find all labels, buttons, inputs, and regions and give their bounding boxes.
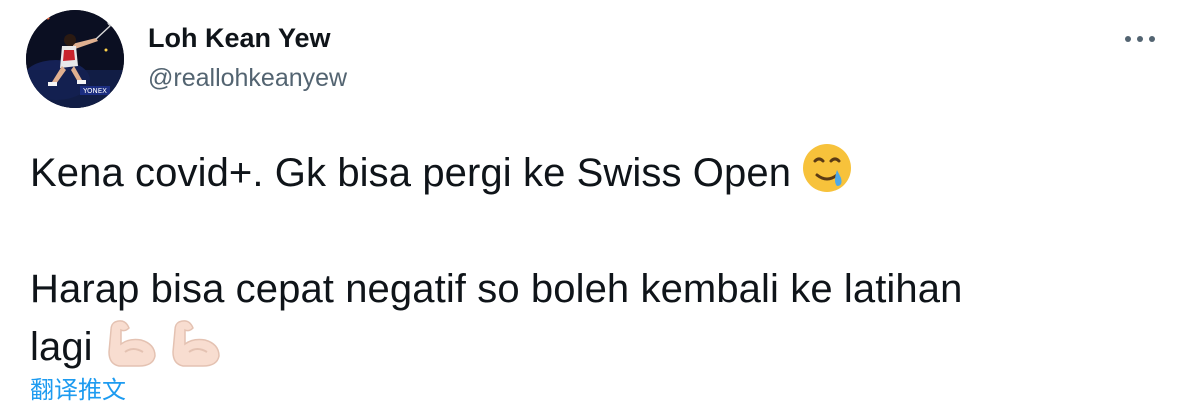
tweet-text: Kena covid+. Gk bisa pergi ke Swiss Open… — [30, 142, 1150, 382]
flexed-biceps-icon — [167, 316, 225, 382]
display-name[interactable]: Loh Kean Yew — [148, 22, 347, 54]
user-handle[interactable]: @reallohkeanyew — [148, 62, 347, 94]
translate-tweet-link[interactable]: 翻译推文 — [30, 375, 126, 405]
ellipsis-icon — [1125, 36, 1155, 42]
badminton-player-avatar-icon: YONEX — [26, 10, 124, 108]
more-options-button[interactable] — [1120, 24, 1160, 54]
tweet-line-2: Harap bisa cepat negatif so boleh kembal… — [30, 267, 963, 311]
tweet-line-3: lagi — [30, 316, 1150, 382]
face-holding-back-tears-icon — [801, 142, 853, 208]
avatar-banner-text: YONEX — [82, 87, 107, 95]
author-block: Loh Kean Yew @reallohkeanyew — [148, 22, 347, 94]
tweet-line-1: Kena covid+. Gk bisa pergi ke Swiss Open — [30, 142, 1150, 208]
avatar[interactable]: YONEX — [26, 10, 124, 108]
tweet-card: YONEX Loh Kean Yew @reallohkeanyew Kena … — [0, 0, 1180, 420]
tweet-line-3-text: lagi — [30, 325, 93, 369]
flexed-biceps-icon — [103, 316, 161, 382]
tweet-line-1-text: Kena covid+. Gk bisa pergi ke Swiss Open — [30, 151, 792, 195]
